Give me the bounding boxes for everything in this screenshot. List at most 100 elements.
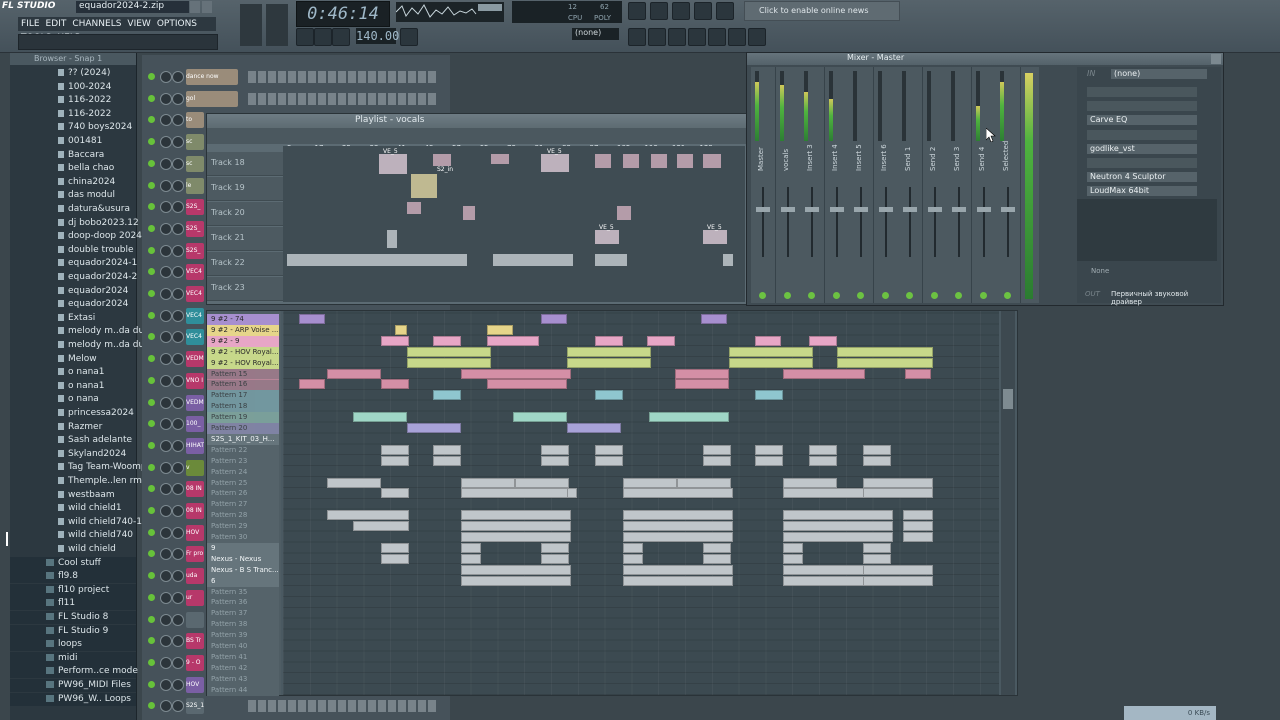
playlist-clip[interactable]	[387, 230, 397, 248]
browser-file[interactable]: wild chield1	[10, 502, 136, 515]
mixer-strip-send-1[interactable]: Send 1	[898, 67, 923, 303]
pattern-clip[interactable]	[903, 510, 933, 521]
mixer-strip-insert-3[interactable]: Insert 3	[800, 67, 825, 303]
pattern-clip[interactable]	[623, 532, 733, 542]
browser-file[interactable]: o nana	[10, 393, 136, 406]
pattern-clip[interactable]	[513, 412, 567, 423]
minimize-icon[interactable]	[190, 1, 200, 13]
playlist-clip[interactable]	[287, 254, 467, 266]
channel-volume-knob[interactable]	[160, 114, 172, 127]
channel-volume-knob[interactable]	[160, 635, 172, 648]
channel-row[interactable]: S2S_1...A#min	[142, 696, 450, 717]
channel-pan-knob[interactable]	[172, 71, 184, 83]
channel-active-led[interactable]	[148, 463, 155, 471]
pattern-clip[interactable]	[433, 444, 461, 455]
channel-active-led[interactable]	[148, 572, 155, 580]
channel-pan-knob[interactable]	[172, 439, 184, 452]
channel-active-led[interactable]	[148, 181, 155, 189]
playlist-clip[interactable]	[491, 154, 509, 164]
channel-volume-knob[interactable]	[160, 526, 172, 539]
pattern-clip[interactable]	[353, 521, 409, 532]
channel-active-led[interactable]	[148, 355, 155, 363]
fx-slot[interactable]: LoudMax 64bit	[1087, 186, 1197, 197]
channel-name-button[interactable]: sc	[186, 155, 204, 172]
channel-pan-knob[interactable]	[172, 374, 184, 387]
pattern-clip[interactable]	[783, 553, 803, 564]
pattern-name[interactable]: S2S_1_KIT_03_H...	[207, 433, 279, 445]
channel-name-button[interactable]: S2S_	[186, 199, 204, 216]
pattern-clip[interactable]	[755, 455, 783, 466]
mute-led[interactable]	[783, 292, 791, 299]
channel-active-led[interactable]	[148, 702, 155, 710]
channel-active-led[interactable]	[148, 94, 155, 102]
channel-pan-knob[interactable]	[172, 613, 184, 626]
pattern-name[interactable]: Pattern 27	[207, 499, 279, 511]
pattern-clip[interactable]	[395, 324, 407, 335]
volume-fader[interactable]	[805, 207, 819, 212]
channel-pan-knob[interactable]	[172, 700, 184, 713]
playlist-clip[interactable]	[463, 206, 475, 220]
browser-file[interactable]: Skyland2024	[10, 448, 136, 461]
channel-pan-knob[interactable]	[172, 353, 184, 366]
pattern-clip[interactable]	[675, 368, 729, 379]
channel-active-led[interactable]	[148, 485, 155, 493]
channel-active-led[interactable]	[148, 550, 155, 558]
fx-slot[interactable]	[1087, 87, 1197, 97]
master-pitch-slider[interactable]	[266, 4, 288, 46]
channel-name-button[interactable]: gol	[186, 90, 238, 107]
browser-file[interactable]: Razmer	[10, 421, 136, 434]
mute-led[interactable]	[1004, 292, 1011, 299]
pattern-clip[interactable]	[595, 390, 623, 401]
browser-file[interactable]: westbaam	[10, 489, 136, 502]
channel-pan-knob[interactable]	[172, 92, 184, 105]
pattern-name[interactable]: Pattern 23	[207, 455, 279, 467]
pattern-clip[interactable]	[783, 521, 893, 532]
track-header[interactable]: Track 20	[207, 202, 283, 226]
browser-folder[interactable]: fl10 project	[10, 583, 136, 597]
channel-volume-knob[interactable]	[160, 244, 172, 257]
pattern-clip[interactable]	[863, 488, 933, 499]
pattern-name[interactable]: Nexus - B S Tranc...	[207, 564, 279, 576]
channel-name-button[interactable]: VEC4	[186, 264, 204, 281]
pattern-clip[interactable]	[863, 575, 933, 586]
browser-file[interactable]: ?? (2024)	[10, 67, 136, 80]
channel-name-button[interactable]: 08 IN	[186, 481, 204, 498]
playlist-clip[interactable]	[617, 206, 631, 220]
browser-folder[interactable]: Perform..ce mode	[10, 665, 138, 679]
mute-led[interactable]	[955, 292, 962, 299]
playlist-clip[interactable]	[411, 174, 437, 198]
channel-volume-knob[interactable]	[160, 656, 172, 669]
channel-volume-knob[interactable]	[160, 331, 172, 344]
channel-name-button[interactable]: Fr pro	[186, 546, 204, 563]
browser-file[interactable]: melody m..da dum	[10, 325, 153, 338]
output-driver[interactable]: Первичный звуковой драйвер	[1111, 290, 1221, 306]
mute-led[interactable]	[930, 292, 938, 299]
pattern-clip[interactable]	[703, 455, 731, 466]
channel-pan-knob[interactable]	[172, 505, 184, 517]
channel-active-led[interactable]	[148, 268, 155, 276]
pattern-clip[interactable]	[809, 455, 837, 466]
playlist-window-button[interactable]	[628, 28, 646, 46]
pattern-clip[interactable]	[461, 510, 571, 521]
playlist-clip[interactable]	[595, 154, 611, 168]
stop-button[interactable]	[314, 28, 332, 46]
pattern-clip[interactable]	[567, 488, 577, 499]
volume-fader[interactable]	[780, 207, 795, 212]
step-sequencer[interactable]	[248, 92, 438, 105]
close-icon[interactable]	[1211, 54, 1221, 64]
pattern-name[interactable]: 9 #2 - 9	[207, 335, 279, 347]
pattern-clip[interactable]	[863, 444, 891, 455]
pattern-name[interactable]: Pattern 18	[207, 401, 279, 413]
channel-pan-knob[interactable]	[172, 396, 184, 409]
pattern-clip[interactable]	[461, 532, 571, 542]
channel-volume-knob[interactable]	[160, 92, 172, 105]
channel-name-button[interactable]: le	[186, 177, 204, 194]
playlist-clip[interactable]	[723, 254, 733, 266]
browser-file[interactable]: 116-2022	[10, 94, 136, 107]
channel-pan-knob[interactable]	[172, 136, 184, 149]
channel-active-led[interactable]	[148, 73, 155, 80]
pattern-name[interactable]: Pattern 41	[207, 651, 279, 663]
channel-active-led[interactable]	[148, 138, 155, 146]
pattern-name[interactable]: Pattern 36	[207, 597, 279, 609]
channel-row[interactable]: gol	[142, 89, 450, 110]
